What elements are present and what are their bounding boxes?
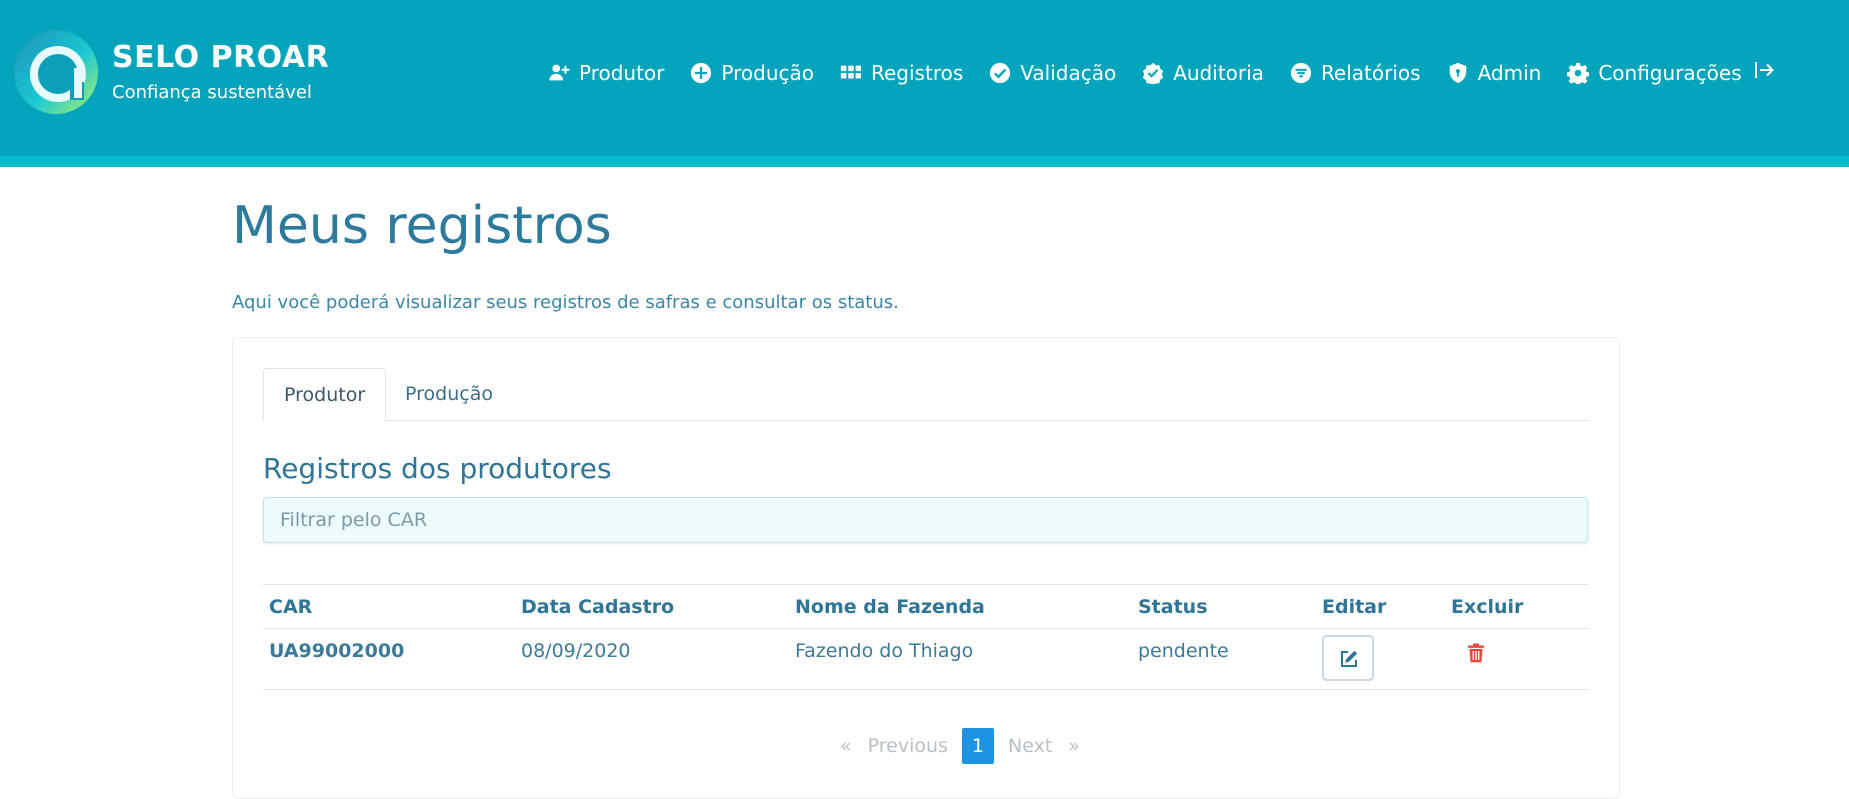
nav-validacao[interactable]: Validação <box>989 61 1116 85</box>
shield-icon <box>1449 62 1466 84</box>
nav-validacao-label: Validação <box>1020 61 1117 85</box>
section-title: Registros dos produtores <box>263 452 612 485</box>
cell-excluir <box>1445 628 1588 690</box>
cell-editar <box>1316 628 1445 690</box>
table-header-row: CAR Data Cadastro Nome da Fazenda Status… <box>263 584 1588 629</box>
col-header-excluir: Excluir <box>1445 584 1588 629</box>
brand-subtitle: Confiança sustentável <box>112 82 312 103</box>
pagination-last[interactable]: » <box>1060 728 1088 764</box>
nav-admin[interactable]: Admin <box>1447 61 1542 85</box>
tab-producao[interactable]: Produção <box>385 368 513 420</box>
nav-produtor-label: Produtor <box>579 61 665 85</box>
pagination-page-1[interactable]: 1 <box>961 728 995 764</box>
cell-status: pendente <box>1132 628 1316 690</box>
nav-auditoria-label: Auditoria <box>1173 61 1264 85</box>
logout-icon[interactable] <box>1752 58 1776 82</box>
logo-icon <box>14 30 98 114</box>
nav-relatorios[interactable]: Relatórios <box>1290 61 1421 85</box>
page-description: Aqui você poderá visualizar seus registr… <box>232 292 899 313</box>
user-plus-icon <box>549 64 570 81</box>
col-header-car[interactable]: CAR <box>263 584 515 629</box>
col-header-editar: Editar <box>1316 584 1445 629</box>
edit-icon <box>1341 650 1358 667</box>
brand-title: SELO PROAR <box>112 40 330 75</box>
car-filter-input[interactable] <box>263 497 1588 543</box>
col-header-nome-fazenda[interactable]: Nome da Fazenda <box>789 584 1132 629</box>
pagination: « Previous 1 Next » <box>832 728 1088 764</box>
plus-circle-icon <box>691 62 712 84</box>
pagination-first[interactable]: « <box>832 728 860 764</box>
grid-icon <box>840 65 862 79</box>
nav-produtor[interactable]: Produtor <box>548 61 664 85</box>
registros-table: CAR Data Cadastro Nome da Fazenda Status… <box>263 584 1588 690</box>
header-stripe <box>0 156 1849 167</box>
nav-configuracoes[interactable]: Configurações <box>1567 61 1742 85</box>
tab-bar: Produtor Produção <box>263 368 1588 421</box>
edit-button[interactable] <box>1322 635 1374 681</box>
nav-auditoria[interactable]: Auditoria <box>1142 61 1264 85</box>
nav-producao-label: Produção <box>721 61 814 85</box>
trash-icon <box>1468 643 1484 663</box>
nav-producao[interactable]: Produção <box>690 61 814 85</box>
cell-data-cadastro: 08/09/2020 <box>515 628 789 690</box>
top-header: SELO PROAR Confiança sustentável Produto… <box>0 0 1849 156</box>
cell-nome-fazenda: Fazendo do Thiago <box>789 628 1132 690</box>
table-row: UA99002000 08/09/2020 Fazendo do Thiago … <box>263 628 1588 690</box>
badge-check-icon <box>1143 62 1164 84</box>
main-nav: Produtor Produção Registros Validação Au… <box>548 58 1768 88</box>
pagination-previous[interactable]: Previous <box>860 728 956 764</box>
delete-button[interactable] <box>1467 643 1485 668</box>
gear-icon <box>1567 62 1590 84</box>
nav-registros[interactable]: Registros <box>840 61 963 85</box>
nav-configuracoes-label: Configurações <box>1598 61 1742 85</box>
pagination-next[interactable]: Next <box>1000 728 1060 764</box>
page-title: Meus registros <box>232 196 612 256</box>
nav-relatorios-label: Relatórios <box>1320 61 1421 85</box>
nav-registros-label: Registros <box>871 61 964 85</box>
check-circle-icon <box>990 62 1011 84</box>
cell-car: UA99002000 <box>263 628 515 690</box>
col-header-data-cadastro[interactable]: Data Cadastro <box>515 584 789 629</box>
nav-admin-label: Admin <box>1477 61 1542 85</box>
col-header-status[interactable]: Status <box>1132 584 1316 629</box>
tab-produtor[interactable]: Produtor <box>263 368 387 421</box>
filter-circle-icon <box>1290 62 1312 84</box>
